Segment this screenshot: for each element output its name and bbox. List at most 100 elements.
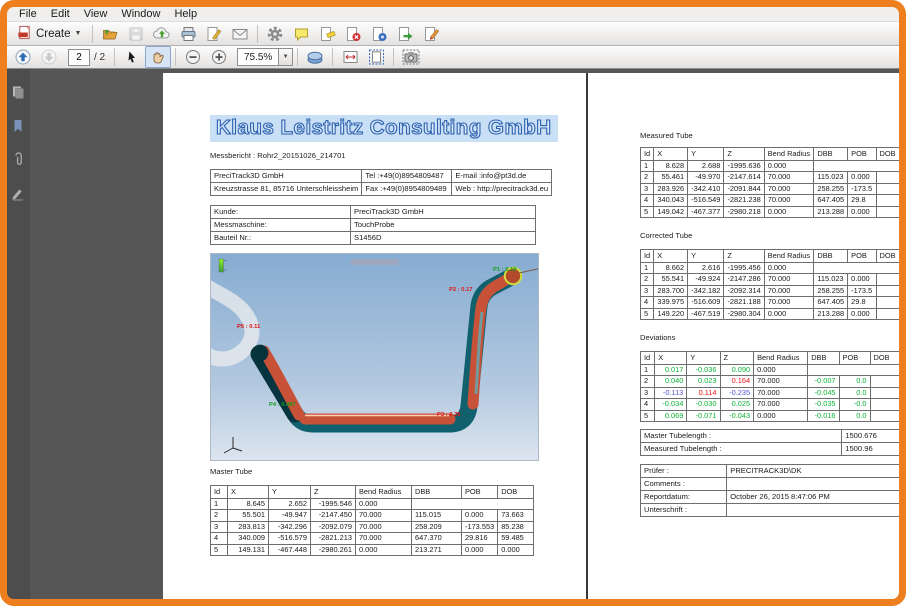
signature-icon [10,186,26,202]
zoom-level-dropdown[interactable]: 75.5% ▼ [237,48,293,66]
customer-info-table: Kunde:PreciTrack3D GmbHMessmaschine:Touc… [210,205,536,245]
pan-zoom-button[interactable] [302,46,328,68]
point-label-p1: P1 : 0.19 [493,267,517,273]
corrected-tube-label: Corrected Tube [640,231,692,240]
signatures-button[interactable] [9,185,27,203]
measured-tube-label: Measured Tube [640,131,693,140]
open-file-button[interactable] [97,23,123,45]
point-label-p3: P3 : 0.25 [437,412,461,418]
select-tool-button[interactable] [119,46,145,68]
menu-bar: File Edit View Window Help [6,6,900,22]
toolbar-separator [257,25,258,43]
hand-tool-button[interactable] [145,46,171,68]
measured-tube-table: IdXYZBend RadiusDBBPOBDOB18.6282.688-199… [640,147,900,218]
export-pdf-button[interactable] [392,23,418,45]
report-info-table: Prüfer :PRECITRACK3D\DKComments :Reportd… [640,464,900,517]
point-label-p4: P4 : 0.087 [269,402,296,408]
zoom-in-icon [211,49,227,65]
menu-file[interactable]: File [12,8,44,20]
point-label-p2: P2 : 0.17 [449,287,473,293]
zoom-level-value: 75.5% [238,52,278,63]
master-tube-label: Master Tube [210,467,252,476]
highlighter-icon [319,26,336,42]
attachments-button[interactable] [9,151,27,169]
fit-width-button[interactable] [337,46,363,68]
previous-page-button[interactable] [10,46,36,68]
sign-pen-icon [206,26,222,42]
toolbar-separator [332,48,333,66]
camera-snapshot-icon [402,49,420,65]
page-1: Klaus Leistritz Consulting GmbH Messberi… [163,73,586,600]
next-page-button[interactable] [36,46,62,68]
menu-edit[interactable]: Edit [44,8,77,20]
report-id-label: Messbericht : Rohr2_20151026_214701 [210,151,346,160]
create-button[interactable]: Create ▼ [10,23,88,45]
comment-button[interactable] [288,23,314,45]
gear-icon [267,26,283,42]
optimize-pdf-button[interactable] [366,23,392,45]
toolbar-separator [92,25,93,43]
email-envelope-icon [231,26,249,42]
pdf-reader-window: File Edit View Window Help Create ▼ [6,6,900,600]
fill-sign-form-button[interactable] [418,23,444,45]
printer-icon [180,26,197,42]
snapshot-button[interactable] [398,46,424,68]
menu-view[interactable]: View [77,8,115,20]
fit-page-icon [368,49,385,65]
open-folder-icon [102,26,119,42]
tubelength-table: Master Tubelength :1500.676Measured Tube… [640,429,900,456]
report-title: Klaus Leistritz Consulting GmbH [210,115,558,142]
bookmarks-button[interactable] [9,117,27,135]
tube-3d-rendering [211,254,538,460]
print-button[interactable] [175,23,201,45]
document-export-icon [397,26,414,42]
page-number-input[interactable] [68,49,90,66]
comment-bubble-icon [293,26,310,42]
menu-window[interactable]: Window [114,8,167,20]
toolbar-separator [297,48,298,66]
highlight-button[interactable] [314,23,340,45]
master-tube-table: IdXYZBend RadiusDBBPOBDOB18.6452.652-199… [210,485,534,556]
zoom-in-button[interactable] [206,46,232,68]
page-up-icon [15,49,31,65]
page-thumbnails-icon [10,84,26,100]
page-2: Measured Tube IdXYZBend RadiusDBBPOBDOB1… [588,73,900,600]
toolbar-separator [175,48,176,66]
create-button-label: Create [36,28,71,40]
page-thumbnails-button[interactable] [9,83,27,101]
paperclip-icon [10,152,26,168]
menu-help[interactable]: Help [167,8,204,20]
sign-document-button[interactable] [201,23,227,45]
toolbar-separator [393,48,394,66]
share-cloud-button[interactable] [149,23,175,45]
preferences-button[interactable] [262,23,288,45]
company-info-table: PreciTrack3D GmbHTel :+49(0)8954809487E-… [210,169,552,196]
fit-width-icon [342,49,359,65]
deviation-colorbar [219,259,224,272]
fit-page-button[interactable] [363,46,389,68]
delete-pdf-button[interactable] [340,23,366,45]
zoom-out-button[interactable] [180,46,206,68]
zoom-caret-icon[interactable]: ▼ [278,49,292,65]
page-total-label: / 2 [94,52,105,63]
corrected-tube-table: IdXYZBend RadiusDBBPOBDOB18.6622.616-199… [640,249,900,320]
pan-zoom-puck-icon [306,49,324,65]
point-label-p5: P5 : 0.11 [237,324,260,330]
send-email-button[interactable] [227,23,253,45]
tube-3d-viewport: P5 : 0.11 P4 : 0.087 P3 : 0.25 P2 : 0.17… [210,253,539,461]
page-canvas[interactable]: Klaus Leistritz Consulting GmbH Messberi… [30,69,900,600]
navigation-pane-rail [6,69,30,600]
save-file-button[interactable] [123,23,149,45]
form-pencil-icon [423,26,440,42]
save-floppy-icon [128,26,144,42]
document-gear-icon [371,26,388,42]
create-pdf-icon [17,25,32,43]
document-delete-icon [345,26,362,42]
main-toolbar: Create ▼ [6,22,900,46]
deviations-label: Deviations [640,333,675,342]
tube-end-cap-left [252,345,269,362]
screenshot-stage: File Edit View Window Help Create ▼ [0,0,906,606]
faint-header-text [351,259,399,265]
page-down-icon [41,49,57,65]
cloud-upload-icon [153,26,171,42]
